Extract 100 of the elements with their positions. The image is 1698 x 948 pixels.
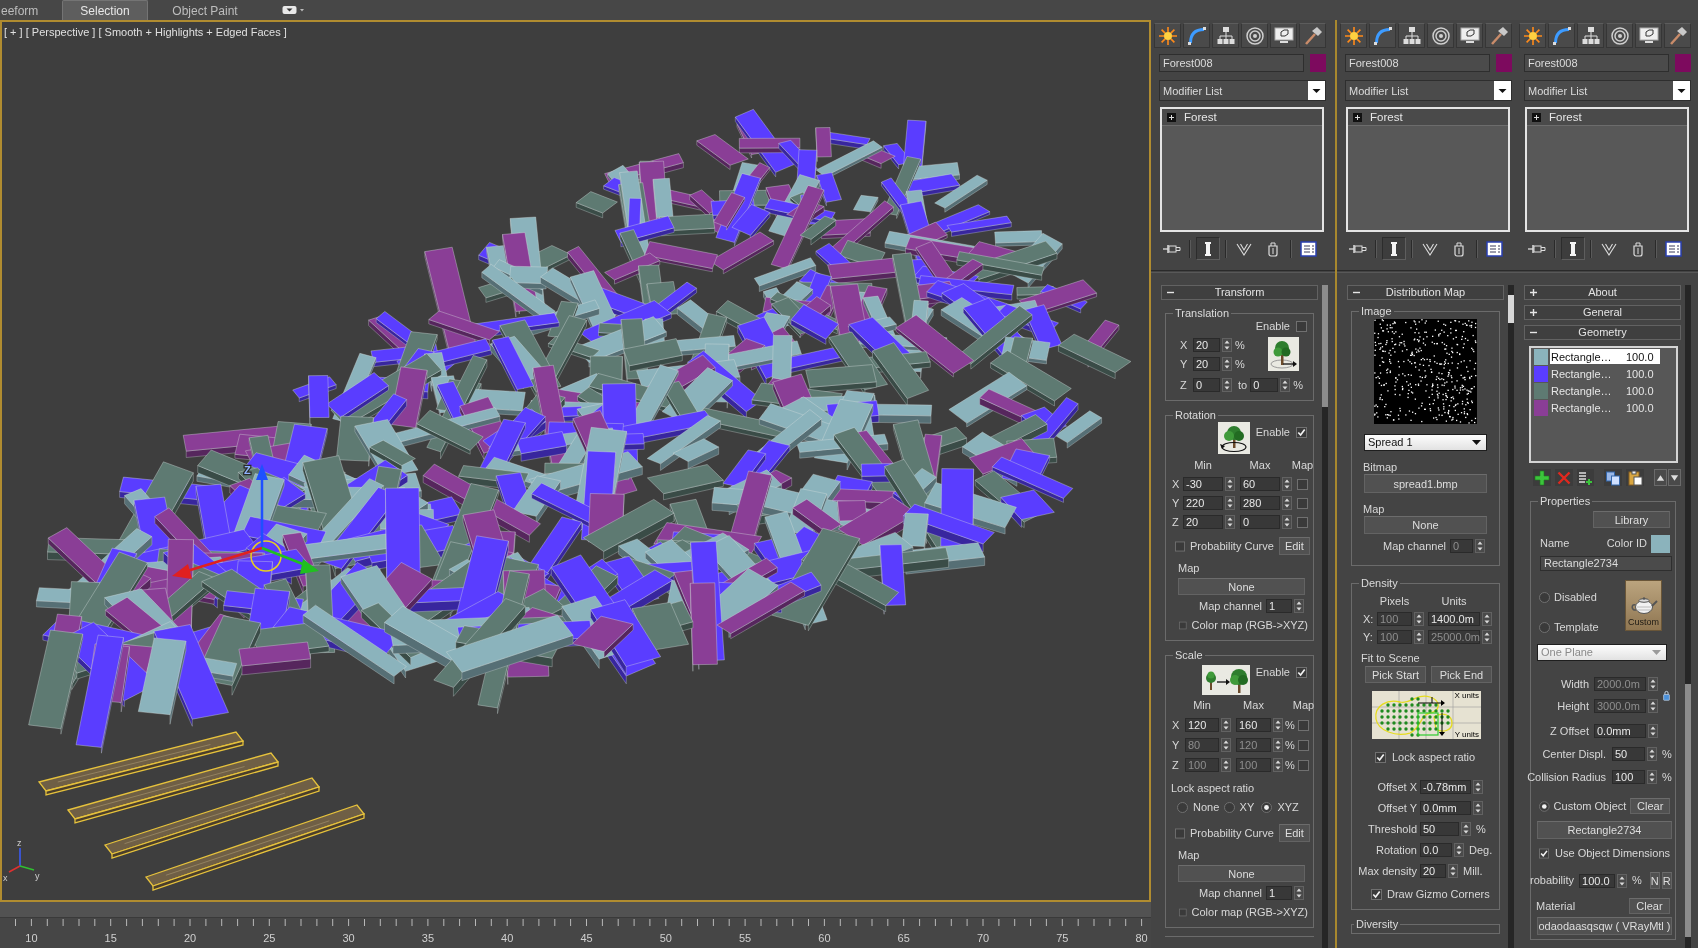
spinner-icon[interactable] [1273,718,1283,732]
checkbox[interactable] [1539,847,1550,859]
number-field[interactable]: 60 [1240,477,1280,491]
object-name-field[interactable]: Forest008 [1345,54,1490,72]
spinner-icon[interactable] [1461,822,1471,836]
command-tab[interactable] [1606,23,1633,48]
scrollbar-thumb[interactable] [1322,285,1328,407]
checkbox[interactable] [1375,752,1386,763]
list-item[interactable]: Rectangle… 100.0 [1550,400,1660,415]
number-field[interactable]: 280 [1240,496,1280,510]
ribbon-tab[interactable]: eeform [0,0,48,20]
command-tab[interactable] [1577,23,1604,48]
toolbar-button[interactable] [1382,237,1406,260]
checkbox[interactable] [1175,827,1186,839]
spinner-icon[interactable] [1280,378,1291,392]
command-tab[interactable] [1519,23,1546,48]
preset-dropdown[interactable]: Spread 1 [1364,434,1487,451]
list-item[interactable]: Rectangle… 100.0 [1550,383,1660,398]
plus-box-icon[interactable] [1353,112,1362,122]
number-field[interactable]: 220 [1183,496,1223,510]
spinner-icon[interactable] [1282,477,1292,491]
number-field[interactable]: -0.78mm [1420,780,1471,794]
time-slider-track[interactable] [0,902,1151,918]
bitmap-button[interactable]: spread1.bmp [1364,474,1487,493]
spinner-icon[interactable] [1473,801,1483,815]
spinner-icon[interactable] [1294,886,1304,900]
ribbon-tab[interactable]: Selection [62,0,148,20]
color-swatch-icon[interactable] [1310,54,1326,72]
toggle-button[interactable]: R [1661,872,1672,889]
spinner-icon[interactable] [1454,843,1464,857]
command-tab[interactable] [1427,23,1454,48]
command-tab[interactable] [1635,23,1662,48]
checkbox[interactable] [1296,320,1307,332]
command-tab[interactable] [1398,23,1425,48]
modifier-list-dropdown[interactable]: Modifier List [1524,80,1691,101]
spinner-icon[interactable] [1294,599,1304,613]
number-field[interactable]: 20 [1193,357,1220,371]
stack-item[interactable]: Forest [1162,109,1322,126]
checkbox[interactable] [1179,907,1187,918]
toolbar-button[interactable] [1626,469,1644,486]
spinner-icon[interactable] [1221,718,1231,732]
edit-button[interactable]: Edit [1278,537,1310,555]
rollout-header[interactable]: Distribution Map [1347,285,1504,300]
radio-button[interactable] [1539,621,1550,633]
checkbox[interactable] [1297,497,1308,509]
command-tab[interactable] [1241,23,1268,48]
spinner-icon[interactable] [1273,738,1283,752]
number-field[interactable]: 1400.0m [1428,612,1480,626]
spinner-icon[interactable] [1222,338,1232,352]
number-field[interactable]: 100 [1612,770,1645,784]
number-field[interactable]: 0.0mm [1594,724,1646,738]
rollout-header[interactable]: Transform [1161,285,1318,300]
material-button[interactable]: odaodaasqsqw ( VRayMtl ) [1537,917,1672,935]
spinner-icon[interactable] [1222,378,1232,392]
rollout-header[interactable]: About [1524,285,1681,300]
number-field[interactable]: 100.0 [1579,873,1616,888]
spinner-icon[interactable] [1414,630,1424,644]
rollout-header[interactable]: Geometry [1524,325,1681,340]
radio-button[interactable] [1223,802,1235,813]
number-field[interactable]: 50 [1420,822,1459,836]
spinner-icon[interactable] [1648,699,1658,713]
radio-button[interactable] [1177,802,1188,813]
command-tab[interactable] [1340,23,1367,48]
spinner-icon[interactable] [1225,496,1235,510]
radio-button[interactable] [1539,800,1550,812]
number-field[interactable]: 0 [1240,515,1280,529]
viewport[interactable]: [ + ] [ Perspective ] [ Smooth + Highlights + Edged Faces ] Z z x y [0,20,1151,902]
toggle-button[interactable]: N [1649,872,1660,889]
checkbox[interactable] [1298,759,1309,771]
clear-button[interactable]: Clear [1629,898,1670,914]
scrollbar[interactable] [1322,285,1328,948]
scrollbar-thumb[interactable] [1508,295,1514,323]
checkbox[interactable] [1175,540,1186,552]
color-swatch-icon[interactable] [1496,54,1512,72]
custom-thumbnail-button[interactable]: Custom [1625,580,1662,631]
rollout-header[interactable]: General [1524,305,1681,320]
command-tab[interactable] [1485,23,1512,48]
number-field[interactable]: 0.0 [1420,843,1452,857]
spinner-icon[interactable] [1282,496,1292,510]
viewport-label[interactable]: [ + ] [ Perspective ] [ Smooth + Highlights + Edged Faces ] [4,26,287,39]
spinner-icon[interactable] [1648,677,1658,691]
command-tab[interactable] [1212,23,1239,48]
modifier-list-dropdown[interactable]: Modifier List [1345,80,1512,101]
command-tab[interactable] [1299,23,1326,48]
checkbox[interactable] [1296,667,1307,678]
spinner-icon[interactable] [1482,612,1492,626]
number-field[interactable]: 20 [1183,515,1223,529]
stack-item[interactable]: Forest [1348,109,1508,126]
number-field[interactable]: 0 [1250,378,1279,392]
caret-icon[interactable] [1308,81,1325,100]
command-tab[interactable] [1154,23,1181,48]
radio-button[interactable] [1261,802,1273,813]
spinner-icon[interactable] [1617,873,1628,888]
spinner-icon[interactable] [1221,758,1231,772]
toolbar-button[interactable] [1576,469,1595,486]
custom-object-button[interactable]: Rectangle2734 [1537,821,1672,839]
modifier-list-dropdown[interactable]: Modifier List [1159,80,1326,101]
toolbar-button[interactable] [1196,237,1220,260]
number-field[interactable]: 0 [1193,378,1220,392]
list-item[interactable]: Rectangle… 100.0 [1550,366,1660,381]
